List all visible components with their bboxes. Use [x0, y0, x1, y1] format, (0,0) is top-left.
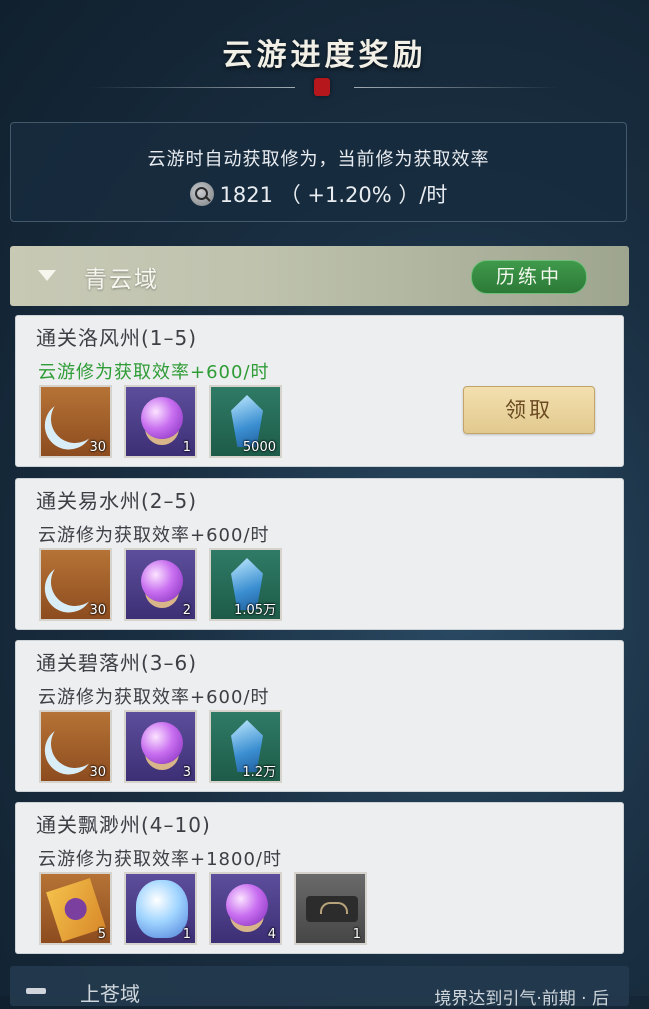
card-title: 通关碧落州(3–6)	[36, 651, 198, 675]
reward-item[interactable]: 5000	[209, 385, 282, 458]
region-name: 上苍域	[80, 982, 140, 1006]
purple-orb-icon	[226, 884, 268, 926]
reward-item[interactable]: 3	[124, 710, 197, 783]
dark-mask-icon	[306, 896, 358, 922]
card-effect: 云游修为获取效率+600/时	[38, 362, 270, 383]
status-badge: 历练中	[471, 260, 587, 294]
reward-item[interactable]: 2	[124, 548, 197, 621]
page-title: 云游进度奖励	[222, 38, 427, 73]
card-effect: 云游修为获取效率+600/时	[38, 687, 270, 708]
reward-item[interactable]: 1	[294, 872, 367, 945]
purple-orb-icon	[141, 722, 183, 764]
card-title: 通关易水州(2–5)	[36, 489, 198, 513]
card-effect: 云游修为获取效率+1800/时	[38, 849, 282, 870]
region-header-qingyun[interactable]: 青云域 历练中	[10, 246, 629, 306]
reward-item[interactable]: 4	[209, 872, 282, 945]
reward-card: 通关洛风州(1–5) 云游修为获取效率+600/时 30 1 5000 领取	[15, 315, 624, 467]
title-divider	[90, 78, 559, 96]
reward-item[interactable]: 1.05万	[209, 548, 282, 621]
spirit-pet-icon	[136, 880, 188, 938]
cultivation-info-panel: 云游时自动获取修为，当前修为获取效率 1821 （ +1.20% ）/时	[10, 122, 627, 222]
card-title: 通关飘渺州(4–10)	[36, 813, 211, 837]
region-header-next[interactable]: 上苍域 境界达到引气·前期 · 后	[10, 966, 629, 1009]
rate-readout: 1821 （ +1.20% ）/时	[11, 179, 626, 209]
region-name: 青云域	[84, 267, 159, 293]
reward-item[interactable]: 1	[124, 872, 197, 945]
info-text: 云游时自动获取修为，当前修为获取效率	[147, 149, 490, 170]
card-title: 通关洛风州(1–5)	[36, 326, 198, 350]
claim-button[interactable]: 领取	[463, 386, 595, 434]
card-effect: 云游修为获取效率+600/时	[38, 525, 270, 546]
reward-item[interactable]: 30	[39, 548, 112, 621]
magnifier-icon	[189, 182, 214, 206]
reward-card: 通关飘渺州(4–10) 云游修为获取效率+1800/时 5 1 4 1	[15, 802, 624, 954]
rate-bonus: （ +1.20% ）/时	[279, 183, 448, 207]
reward-item[interactable]: 5	[39, 872, 112, 945]
reward-card: 通关易水州(2–5) 云游修为获取效率+600/时 30 2 1.05万	[15, 478, 624, 630]
reward-item[interactable]: 1.2万	[209, 710, 282, 783]
purple-orb-icon	[141, 560, 183, 602]
rate-value: 1821	[219, 183, 274, 207]
reward-card: 通关碧落州(3–6) 云游修为获取效率+600/时 30 3 1.2万	[15, 640, 624, 792]
unlock-note: 境界达到引气·前期 · 后	[434, 989, 609, 1009]
reward-item[interactable]: 1	[124, 385, 197, 458]
collapse-icon[interactable]	[26, 988, 46, 994]
reward-item[interactable]: 30	[39, 710, 112, 783]
purple-orb-icon	[141, 397, 183, 439]
collapse-triangle-icon[interactable]	[38, 270, 56, 281]
seal-icon	[314, 78, 330, 96]
reward-item[interactable]: 30	[39, 385, 112, 458]
